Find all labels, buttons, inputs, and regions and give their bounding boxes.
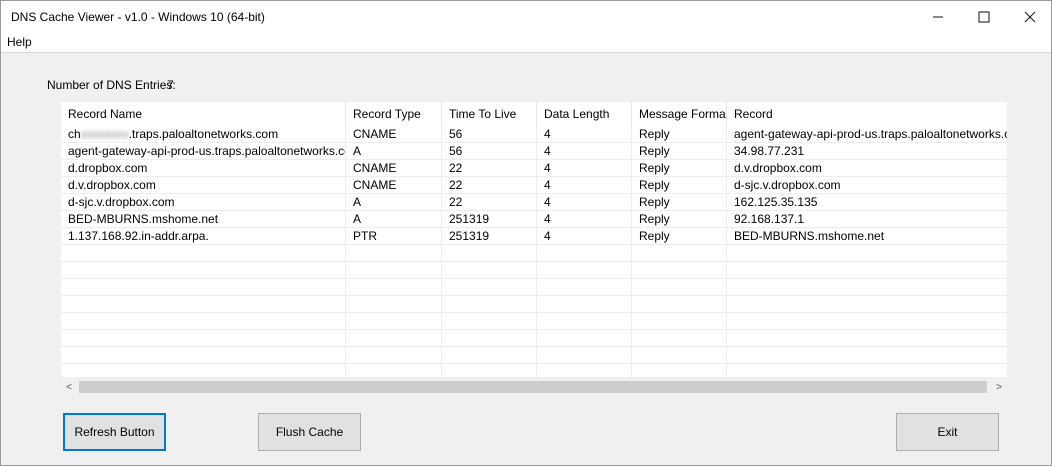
table-row[interactable]: d.v.dropbox.com CNAME 22 4 Reply d-sjc.v… [61, 177, 1007, 194]
cell-record-name: d-sjc.v.dropbox.com [61, 194, 346, 211]
cell-ttl: 22 [442, 194, 537, 211]
empty-row [61, 296, 1007, 313]
cell-ttl: 251319 [442, 211, 537, 228]
empty-row [61, 313, 1007, 330]
column-header-record[interactable]: Record [727, 102, 1007, 126]
table-row[interactable]: agent-gateway-api-prod-us.traps.paloalto… [61, 143, 1007, 160]
cell-record-name: chxxxxxxxx.traps.paloaltonetworks.com [61, 126, 346, 143]
flush-cache-button[interactable]: Flush Cache [258, 413, 361, 451]
cell-message-format: Reply [632, 194, 727, 211]
cell-ttl: 22 [442, 160, 537, 177]
scroll-left-arrow[interactable]: < [61, 377, 77, 397]
cell-record: 92.168.137.1 [734, 212, 805, 226]
minimize-button[interactable] [915, 1, 961, 33]
cell-data-length: 4 [537, 160, 632, 177]
cell-message-format: Reply [632, 211, 727, 228]
cell-ttl: 22 [442, 177, 537, 194]
table-row[interactable]: 1.137.168.92.in-addr.arpa. PTR 251319 4 … [61, 228, 1007, 245]
cell-data-length: 4 [537, 177, 632, 194]
cell-message-format: Reply [632, 177, 727, 194]
cell-message-format: Reply [632, 126, 727, 143]
cell-record-name: d.v.dropbox.com [61, 177, 346, 194]
cell-data-length: 4 [537, 211, 632, 228]
menu-bar: Help [1, 33, 1051, 53]
window-title: DNS Cache Viewer - v1.0 - Windows 10 (64… [11, 10, 265, 24]
cell-message-format: Reply [632, 228, 727, 245]
cell-record: d.v.dropbox.com [734, 161, 822, 175]
close-button[interactable] [1007, 1, 1051, 33]
horizontal-scrollbar[interactable]: < > [61, 377, 1007, 397]
cell-record-name: BED-MBURNS.mshome.net [61, 211, 346, 228]
column-header-data-length[interactable]: Data Length [537, 102, 632, 126]
record-name-suffix: .traps.paloaltonetworks.com [128, 127, 279, 141]
minimize-icon [933, 16, 943, 18]
cell-ttl: 251319 [442, 228, 537, 245]
table-row[interactable]: chxxxxxxxx.traps.paloaltonetworks.com CN… [61, 126, 1007, 143]
cell-record: d-sjc.v.dropbox.com [734, 178, 841, 192]
dns-entries-list[interactable]: Record Name Record Type Time To Live Dat… [61, 102, 1007, 397]
column-header-record-type[interactable]: Record Type [346, 102, 442, 126]
cell-record-type: CNAME [346, 160, 442, 177]
entries-count-value: 7 [167, 78, 174, 92]
menu-help[interactable]: Help [7, 35, 32, 49]
table-row[interactable]: BED-MBURNS.mshome.net A 251319 4 Reply 9… [61, 211, 1007, 228]
empty-row [61, 347, 1007, 364]
scroll-right-arrow[interactable]: > [991, 377, 1007, 397]
empty-row [61, 245, 1007, 262]
maximize-button[interactable] [961, 1, 1007, 33]
cell-data-length: 4 [537, 143, 632, 160]
scroll-thumb[interactable] [79, 381, 987, 393]
exit-button[interactable]: Exit [896, 413, 999, 451]
list-header: Record Name Record Type Time To Live Dat… [61, 102, 1007, 126]
title-bar[interactable]: DNS Cache Viewer - v1.0 - Windows 10 (64… [1, 1, 1051, 33]
cell-record: agent-gateway-api-prod-us.traps.paloalto… [734, 127, 1007, 141]
cell-ttl: 56 [442, 143, 537, 160]
cell-record-type: A [346, 143, 442, 160]
cell-record-type: CNAME [346, 126, 442, 143]
cell-ttl: 56 [442, 126, 537, 143]
cell-record-name: 1.137.168.92.in-addr.arpa. [61, 228, 346, 245]
cell-message-format: Reply [632, 143, 727, 160]
cell-data-length: 4 [537, 228, 632, 245]
close-icon [1024, 11, 1036, 23]
column-header-record-name[interactable]: Record Name [61, 102, 346, 126]
cell-record-name: agent-gateway-api-prod-us.traps.paloalto… [61, 143, 346, 160]
cell-record: 34.98.77.231 [734, 144, 805, 158]
cell-record-type: CNAME [346, 177, 442, 194]
table-row[interactable]: d.dropbox.com CNAME 22 4 Reply d.v.dropb… [61, 160, 1007, 177]
cell-record-type: PTR [346, 228, 442, 245]
cell-data-length: 4 [537, 126, 632, 143]
cell-message-format: Reply [632, 160, 727, 177]
cell-record-type: A [346, 211, 442, 228]
app-window: DNS Cache Viewer - v1.0 - Windows 10 (64… [0, 0, 1052, 466]
cell-data-length: 4 [537, 194, 632, 211]
empty-row [61, 279, 1007, 296]
maximize-icon [978, 11, 990, 23]
table-row[interactable]: d-sjc.v.dropbox.com A 22 4 Reply 162.125… [61, 194, 1007, 211]
entries-count-label: Number of DNS Entries: [47, 78, 176, 92]
cell-record: BED-MBURNS.mshome.net [734, 229, 885, 243]
empty-row [61, 330, 1007, 347]
column-header-message-format[interactable]: Message Format [632, 102, 727, 126]
redacted-text: xxxxxxxx [80, 127, 129, 141]
cell-record-type: A [346, 194, 442, 211]
cell-record: 162.125.35.135 [734, 195, 818, 209]
record-name-prefix: ch [68, 127, 81, 141]
refresh-button[interactable]: Refresh Button [63, 413, 166, 451]
empty-row [61, 262, 1007, 279]
column-header-ttl[interactable]: Time To Live [442, 102, 537, 126]
cell-record-name: d.dropbox.com [61, 160, 346, 177]
